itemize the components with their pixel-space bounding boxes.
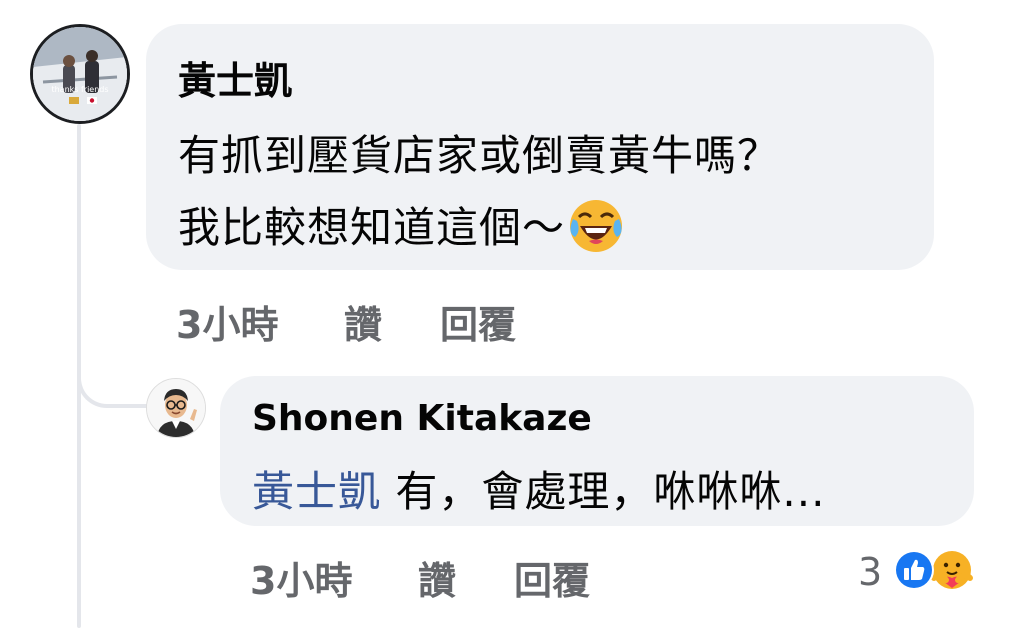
comment-text-line-2-text: 我比較想知道這個～	[178, 203, 566, 252]
memoji-avatar	[147, 379, 205, 437]
reaction-count[interactable]: 3	[858, 550, 882, 594]
avatar[interactable]: thanks friends	[30, 24, 130, 124]
like-button[interactable]: 讚	[344, 294, 382, 349]
comment-bubble: 黃士凱 有抓到壓貨店家或倒賣黃牛嗎？ 我比較想知道這個～	[146, 24, 934, 270]
reply-text-body: 有，會處理，咻咻咻...	[381, 467, 826, 516]
reply-text: 黃士凱 有，會處理，咻咻咻...	[252, 458, 825, 519]
like-reaction-icon	[894, 550, 934, 590]
reply-button[interactable]: 回覆	[440, 294, 516, 349]
mention-link[interactable]: 黃士凱	[252, 467, 381, 516]
reply-like-button[interactable]: 讚	[418, 550, 456, 605]
reaction-icons[interactable]	[892, 548, 976, 592]
comment-author[interactable]: 黃士凱	[178, 50, 292, 105]
comment-text-line-1: 有抓到壓貨店家或倒賣黃牛嗎？	[178, 131, 781, 180]
care-reaction-icon	[931, 551, 973, 589]
reply-actions: 3小時 讚 回覆	[250, 550, 650, 603]
comment-timestamp[interactable]: 3小時	[176, 294, 278, 349]
reply-timestamp[interactable]: 3小時	[250, 550, 352, 605]
svg-text:thanks friends: thanks friends	[51, 85, 108, 94]
reply-bubble: Shonen Kitakaze 黃士凱 有，會處理，咻咻咻...	[220, 376, 974, 526]
comment-actions: 3小時 讚 回覆	[176, 294, 576, 347]
profile-photo: thanks friends	[33, 27, 127, 121]
reply-avatar[interactable]	[146, 378, 206, 438]
thread-reply-connector	[77, 340, 147, 408]
reply-author[interactable]: Shonen Kitakaze	[252, 398, 592, 439]
comment-text-line-2: 我比較想知道這個～	[178, 194, 625, 265]
reply-reply-button[interactable]: 回覆	[514, 550, 590, 605]
laughing-tears-emoji-icon	[567, 197, 625, 265]
